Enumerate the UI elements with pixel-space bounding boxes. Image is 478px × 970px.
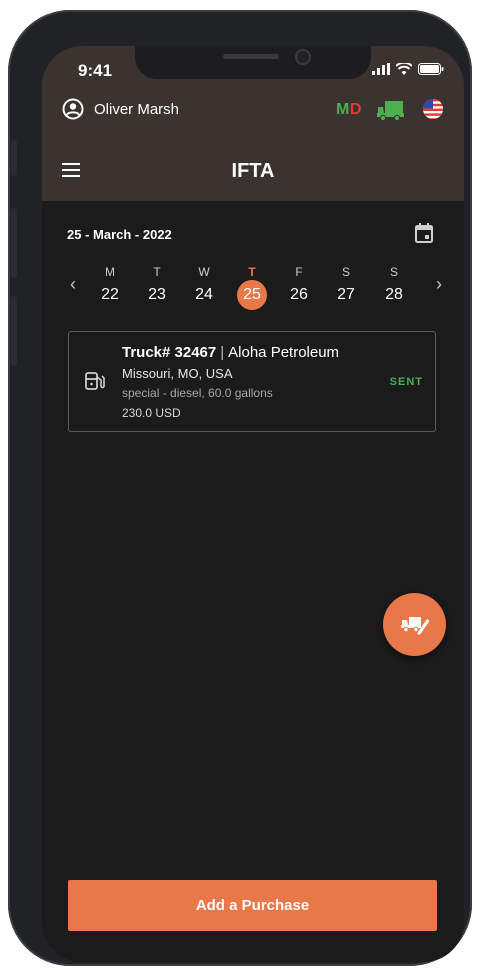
wifi-icon: [396, 63, 412, 75]
status-time: 9:41: [78, 61, 113, 80]
speaker-grille: [223, 54, 279, 59]
battery-icon: [418, 63, 444, 75]
day-number: 27: [337, 286, 355, 303]
purchase-fuel: special - diesel, 60.0 gallons: [122, 386, 273, 400]
signal-icon: [372, 63, 390, 75]
day-wednesday[interactable]: W 24: [186, 264, 222, 310]
day-letter: S: [341, 265, 350, 279]
user-name: Oliver Marsh: [94, 100, 180, 118]
app-screen: 9:41 Oliver Marsh MD IFTA 25 - March - 2…: [42, 46, 464, 962]
day-number: 23: [148, 286, 166, 303]
day-letter: W: [198, 265, 210, 279]
account-circle-icon: [62, 98, 84, 120]
mute-switch: [11, 140, 17, 176]
fuel-pump-icon: [85, 372, 105, 390]
day-tuesday[interactable]: T 23: [139, 264, 175, 310]
state-badge[interactable]: MD: [336, 101, 362, 119]
previous-week-chevron-icon[interactable]: ‹: [70, 274, 76, 295]
week-strip: ‹ M 22 T 23 W 24 T 25 F 26 S 27 S 28 ›: [62, 264, 444, 312]
truck-edit-icon: [400, 616, 429, 635]
day-thursday-selected[interactable]: T 25: [234, 264, 270, 310]
state-code-first: M: [336, 101, 350, 118]
day-number: 22: [101, 286, 119, 303]
add-purchase-button[interactable]: Add a Purchase: [68, 880, 437, 931]
phone-frame: 9:41 Oliver Marsh MD IFTA 25 - March - 2…: [8, 10, 472, 966]
day-letter: T: [248, 265, 256, 279]
purchase-amount: 230.0 USD: [122, 406, 181, 420]
state-code-second: D: [349, 101, 362, 118]
purchase-card[interactable]: Truck# 32467 | Aloha Petroleum Missouri, M…: [68, 331, 436, 432]
day-number: 28: [385, 286, 403, 303]
calendar-icon[interactable]: [414, 222, 434, 244]
title-separator: |: [220, 344, 225, 361]
volume-up-button: [11, 208, 17, 278]
user-account[interactable]: Oliver Marsh: [62, 98, 179, 120]
front-camera: [295, 49, 311, 65]
volume-down-button: [11, 296, 17, 366]
day-sunday[interactable]: S 28: [376, 264, 412, 310]
next-week-chevron-icon[interactable]: ›: [436, 274, 442, 295]
selected-date-label: 25 - March - 2022: [67, 227, 172, 242]
status-icons: [372, 63, 444, 75]
day-number: 26: [290, 286, 308, 303]
day-number: 25: [237, 280, 267, 310]
truck-number: Truck# 32467: [122, 344, 217, 361]
device-notch: [135, 46, 371, 79]
day-letter: T: [153, 265, 161, 279]
us-flag-icon[interactable]: [422, 98, 444, 120]
purchase-title: Truck# 32467 | Aloha Petroleum: [122, 344, 339, 361]
day-saturday[interactable]: S 27: [328, 264, 364, 310]
day-letter: S: [389, 265, 398, 279]
purchase-location: Missouri, MO, USA: [122, 366, 233, 381]
day-number: 24: [195, 286, 213, 303]
truck-icon[interactable]: [377, 99, 407, 121]
day-letter: F: [295, 265, 303, 279]
vendor-name: Aloha Petroleum: [228, 344, 340, 361]
truck-edit-fab-button[interactable]: [383, 593, 446, 656]
day-monday[interactable]: M 22: [92, 264, 128, 310]
page-title: IFTA: [231, 160, 275, 182]
day-friday[interactable]: F 26: [281, 264, 317, 310]
status-badge: SENT: [389, 376, 423, 388]
day-letter: M: [105, 265, 115, 279]
